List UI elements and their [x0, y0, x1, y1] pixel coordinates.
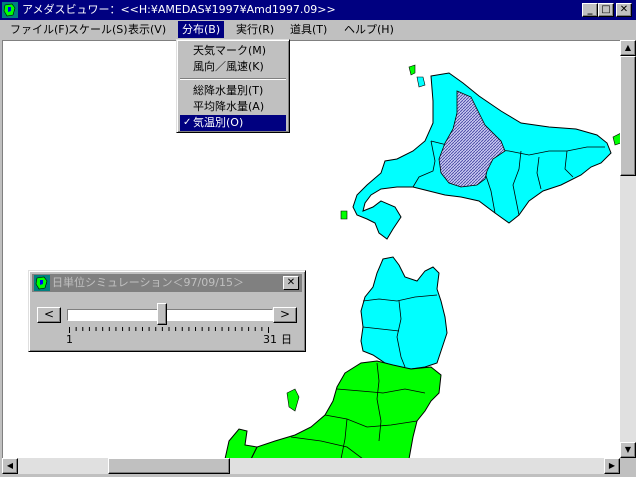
island-sado [286, 388, 300, 412]
day-slider-ticks [69, 327, 269, 333]
dialog-title-bar[interactable]: 日単位シミュレーション＜97/09/15＞ ✕ [32, 274, 302, 292]
maximize-button[interactable]: □ [598, 3, 614, 17]
menu-temperature-label: 気温別(O) [193, 116, 244, 129]
vertical-scroll-thumb[interactable] [620, 56, 636, 176]
japan-map[interactable] [3, 41, 620, 458]
horizontal-scrollbar[interactable]: ◀ ▶ [2, 458, 620, 474]
menu-weather-mark[interactable]: 天気マーク(M) [180, 43, 286, 59]
menu-total-precip[interactable]: 総降水量別(T) [180, 83, 286, 99]
tohoku-north-region[interactable] [360, 256, 448, 370]
menu-wind-label: 風向／風速(K) [193, 60, 264, 73]
scrollbar-corner [620, 458, 636, 474]
vertical-scrollbar[interactable]: ▲ ▼ [620, 40, 636, 458]
island-east [612, 133, 620, 146]
menu-weather-mark-label: 天気マーク(M) [193, 44, 267, 57]
dialog-title: 日単位シミュレーション＜97/09/15＞ [52, 276, 244, 289]
menu-avg-precip-label: 平均降水量(A) [193, 100, 265, 113]
distribution-menu: 天気マーク(M) 風向／風速(K) 総降水量別(T) 平均降水量(A) ✓ 気温… [176, 39, 290, 133]
day-slider-track[interactable] [67, 309, 273, 321]
prev-day-button[interactable]: < [37, 307, 61, 323]
menu-scale[interactable]: スケール(S) [64, 21, 132, 38]
map-view[interactable] [2, 40, 620, 458]
menu-view[interactable]: 表示(V) [124, 21, 170, 38]
menu-total-precip-label: 総降水量別(T) [193, 84, 264, 97]
scroll-right-button[interactable]: ▶ [604, 458, 620, 474]
noto-region[interactable] [224, 428, 258, 458]
menu-bar: ファイル(F) スケール(S) 表示(V) 分布(B) 実行(R) 道具(T) … [0, 20, 636, 39]
horizontal-scroll-thumb[interactable] [108, 458, 230, 474]
menu-file[interactable]: ファイル(F) [6, 21, 73, 38]
island-okushiri [340, 210, 348, 220]
scroll-up-button[interactable]: ▲ [620, 40, 636, 56]
close-button[interactable]: ✕ [616, 3, 632, 17]
island-rishiri [416, 76, 426, 88]
scroll-left-button[interactable]: ◀ [2, 458, 18, 474]
menu-avg-precip[interactable]: 平均降水量(A) [180, 99, 286, 115]
dialog-map-icon [34, 275, 50, 291]
day-slider-thumb[interactable] [157, 303, 168, 325]
scroll-down-button[interactable]: ▼ [620, 442, 636, 458]
check-icon: ✓ [183, 117, 192, 128]
app-map-icon[interactable] [2, 2, 18, 18]
dialog-close-button[interactable]: ✕ [283, 276, 299, 290]
menu-temperature[interactable]: ✓ 気温別(O) [180, 115, 286, 131]
slider-min-label: 1 [66, 333, 73, 346]
menu-separator [180, 78, 286, 80]
menu-wind[interactable]: 風向／風速(K) [180, 59, 286, 75]
menu-distribution[interactable]: 分布(B) [178, 21, 225, 38]
minimize-button[interactable]: _ [582, 3, 598, 17]
window-title: アメダスビュワー：<<H:¥AMEDAS¥1997¥Amd1997.09>> [22, 3, 336, 16]
title-bar[interactable]: アメダスビュワー：<<H:¥AMEDAS¥1997¥Amd1997.09>> _… [0, 0, 636, 20]
menu-tools[interactable]: 道具(T) [286, 21, 331, 38]
slider-unit-label: 日 [281, 333, 292, 346]
tohoku-south-region[interactable] [250, 360, 442, 458]
island-rebun [408, 64, 416, 76]
menu-help[interactable]: ヘルプ(H) [340, 21, 398, 38]
app-window: アメダスビュワー：<<H:¥AMEDAS¥1997¥Amd1997.09>> _… [0, 0, 636, 477]
simulation-dialog: 日単位シミュレーション＜97/09/15＞ ✕ < > 1 31 日 [28, 270, 306, 352]
menu-run[interactable]: 実行(R) [232, 21, 278, 38]
slider-max-label: 31 [263, 333, 277, 346]
next-day-button[interactable]: > [273, 307, 297, 323]
